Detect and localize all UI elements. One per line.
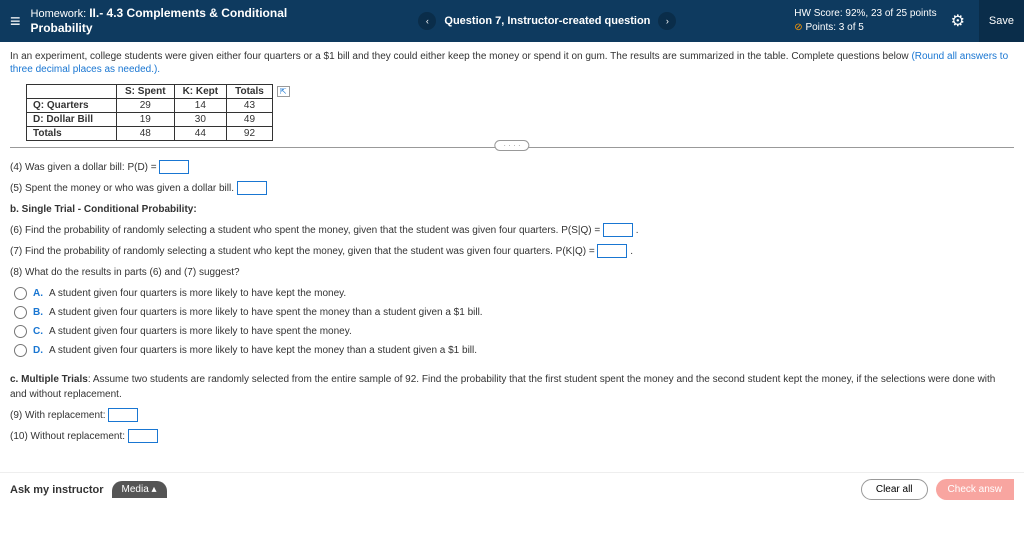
row-quarters: Q: Quarters bbox=[27, 99, 117, 113]
check-answer-button[interactable]: Check answ bbox=[936, 479, 1014, 500]
intro-main: In an experiment, college students were … bbox=[10, 51, 911, 62]
prev-question-button[interactable]: ‹ bbox=[418, 12, 436, 30]
q7: (7) Find the probability of randomly sel… bbox=[10, 244, 1014, 259]
answer-input-4[interactable] bbox=[159, 160, 189, 174]
q9: (9) With replacement: bbox=[10, 408, 1014, 423]
next-question-button[interactable]: › bbox=[658, 12, 676, 30]
section-c: c. Multiple Trials: Assume two students … bbox=[10, 372, 1014, 402]
ask-instructor-link[interactable]: Ask my instructor bbox=[10, 484, 104, 496]
app-header: ≡ Homework: II.- 4.3 Complements & Condi… bbox=[0, 0, 1024, 42]
row-totals: Totals bbox=[27, 127, 117, 141]
footer-bar: Ask my instructor Media ▴ Clear all Chec… bbox=[0, 472, 1024, 506]
radio-a[interactable] bbox=[14, 287, 27, 300]
intro-text: In an experiment, college students were … bbox=[10, 50, 1014, 76]
points: Points: 3 of 5 bbox=[794, 21, 936, 35]
option-c[interactable]: C.A student given four quarters is more … bbox=[14, 324, 1014, 339]
cell: 44 bbox=[174, 127, 227, 141]
gear-icon[interactable]: ⚙ bbox=[951, 11, 965, 31]
cell: 19 bbox=[117, 113, 175, 127]
cell: 29 bbox=[117, 99, 175, 113]
option-d[interactable]: D.A student given four quarters is more … bbox=[14, 343, 1014, 358]
col-totals: Totals bbox=[227, 85, 273, 99]
q6: (6) Find the probability of randomly sel… bbox=[10, 223, 1014, 238]
homework-label: Homework: bbox=[31, 8, 87, 20]
row-dollar: D: Dollar Bill bbox=[27, 113, 117, 127]
col-spent: S: Spent bbox=[117, 85, 175, 99]
save-button[interactable]: Save bbox=[979, 0, 1024, 42]
radio-b[interactable] bbox=[14, 306, 27, 319]
question-nav: ‹ Question 7, Instructor-created questio… bbox=[301, 12, 795, 30]
answer-input-9[interactable] bbox=[108, 408, 138, 422]
questions-section: (4) Was given a dollar bill: P(D) = (5) … bbox=[10, 160, 1014, 444]
option-a[interactable]: A.A student given four quarters is more … bbox=[14, 286, 1014, 301]
homework-title-block: Homework: II.- 4.3 Complements & Conditi… bbox=[31, 6, 301, 36]
option-b[interactable]: B.A student given four quarters is more … bbox=[14, 305, 1014, 320]
media-button[interactable]: Media ▴ bbox=[112, 481, 167, 498]
table-expand-icon[interactable]: ⇱ bbox=[277, 86, 290, 97]
cell: 14 bbox=[174, 99, 227, 113]
q5: (5) Spent the money or who was given a d… bbox=[10, 181, 1014, 196]
clear-all-button[interactable]: Clear all bbox=[861, 479, 928, 500]
q4: (4) Was given a dollar bill: P(D) = bbox=[10, 160, 1014, 175]
content-area: In an experiment, college students were … bbox=[0, 42, 1024, 458]
menu-icon[interactable]: ≡ bbox=[10, 11, 21, 32]
data-table: S: Spent K: Kept Totals ⇱ Q: Quarters 29… bbox=[26, 84, 299, 141]
cell: 92 bbox=[227, 127, 273, 141]
cell: 49 bbox=[227, 113, 273, 127]
answer-input-6[interactable] bbox=[603, 223, 633, 237]
cell: 48 bbox=[117, 127, 175, 141]
q8: (8) What do the results in parts (6) and… bbox=[10, 265, 1014, 280]
q10: (10) Without replacement: bbox=[10, 429, 1014, 444]
col-kept: K: Kept bbox=[174, 85, 227, 99]
hw-score: HW Score: 92%, 23 of 25 points bbox=[794, 7, 936, 21]
cell: 30 bbox=[174, 113, 227, 127]
question-label: Question 7, Instructor-created question bbox=[444, 15, 650, 27]
q8-options: A.A student given four quarters is more … bbox=[14, 286, 1014, 358]
answer-input-5[interactable] bbox=[237, 181, 267, 195]
radio-d[interactable] bbox=[14, 344, 27, 357]
cell: 43 bbox=[227, 99, 273, 113]
answer-input-10[interactable] bbox=[128, 429, 158, 443]
radio-c[interactable] bbox=[14, 325, 27, 338]
answer-input-7[interactable] bbox=[597, 244, 627, 258]
section-b-header: b. Single Trial - Conditional Probabilit… bbox=[10, 202, 1014, 217]
score-block: HW Score: 92%, 23 of 25 points Points: 3… bbox=[794, 7, 936, 35]
collapse-toggle[interactable]: · · · · bbox=[494, 140, 529, 151]
